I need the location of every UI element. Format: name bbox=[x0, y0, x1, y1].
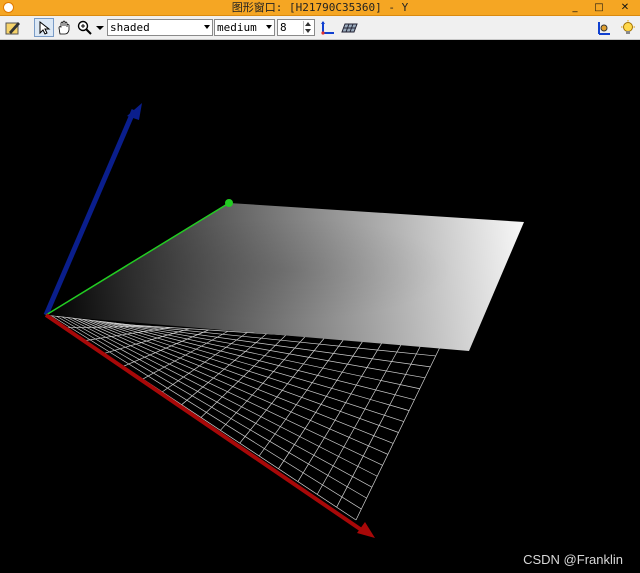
minimize-button[interactable]: _ bbox=[566, 0, 584, 15]
maximize-button[interactable]: □ bbox=[590, 0, 608, 15]
spin-down-icon[interactable] bbox=[305, 29, 311, 33]
grid-line bbox=[355, 344, 442, 521]
spin-up-icon[interactable] bbox=[305, 22, 311, 26]
pan-hand-icon[interactable] bbox=[54, 18, 74, 37]
level-spinbox[interactable]: 8 bbox=[277, 19, 315, 36]
quality-select[interactable]: medium bbox=[214, 19, 275, 36]
select-arrow-icon[interactable] bbox=[34, 18, 54, 37]
grid-line bbox=[220, 336, 306, 431]
surface-shading-detail bbox=[46, 203, 524, 351]
dropdown-arrow-icon[interactable] bbox=[94, 18, 106, 37]
grid-line bbox=[336, 343, 422, 508]
render-mode-select[interactable]: shaded bbox=[107, 19, 213, 36]
y-axis-endpoint bbox=[225, 199, 233, 207]
scene-canvas bbox=[43, 103, 524, 538]
grid-line bbox=[297, 341, 384, 482]
quality-value: medium bbox=[217, 21, 257, 34]
axis-icon[interactable] bbox=[318, 18, 338, 37]
lightbulb-icon[interactable] bbox=[618, 18, 638, 37]
level-value: 8 bbox=[280, 21, 287, 34]
window-title: 图形窗口: [H21790C35360] - Y bbox=[231, 1, 409, 14]
ground-grid bbox=[45, 314, 442, 521]
render-mode-value: shaded bbox=[110, 21, 150, 34]
graphics-window: 图形窗口: [H21790C35360] - Y _ □ ✕ shaded me… bbox=[0, 0, 640, 573]
zoom-icon[interactable] bbox=[75, 18, 95, 37]
toolbar: shaded medium 8 bbox=[0, 16, 640, 40]
edit-icon[interactable] bbox=[3, 18, 23, 37]
3d-viewport[interactable]: CSDN @Franklin bbox=[1, 40, 639, 573]
chevron-down-icon bbox=[266, 25, 272, 29]
close-button[interactable]: ✕ bbox=[616, 0, 634, 15]
title-bar[interactable]: 图形窗口: [H21790C35360] - Y _ □ ✕ bbox=[0, 0, 640, 16]
grid-icon[interactable] bbox=[340, 18, 360, 37]
spin-arrows[interactable] bbox=[303, 21, 313, 34]
x-axis-arrowhead bbox=[357, 522, 375, 538]
chevron-down-icon bbox=[204, 25, 210, 29]
watermark: CSDN @Franklin bbox=[523, 552, 623, 567]
view-icon[interactable] bbox=[594, 18, 614, 37]
